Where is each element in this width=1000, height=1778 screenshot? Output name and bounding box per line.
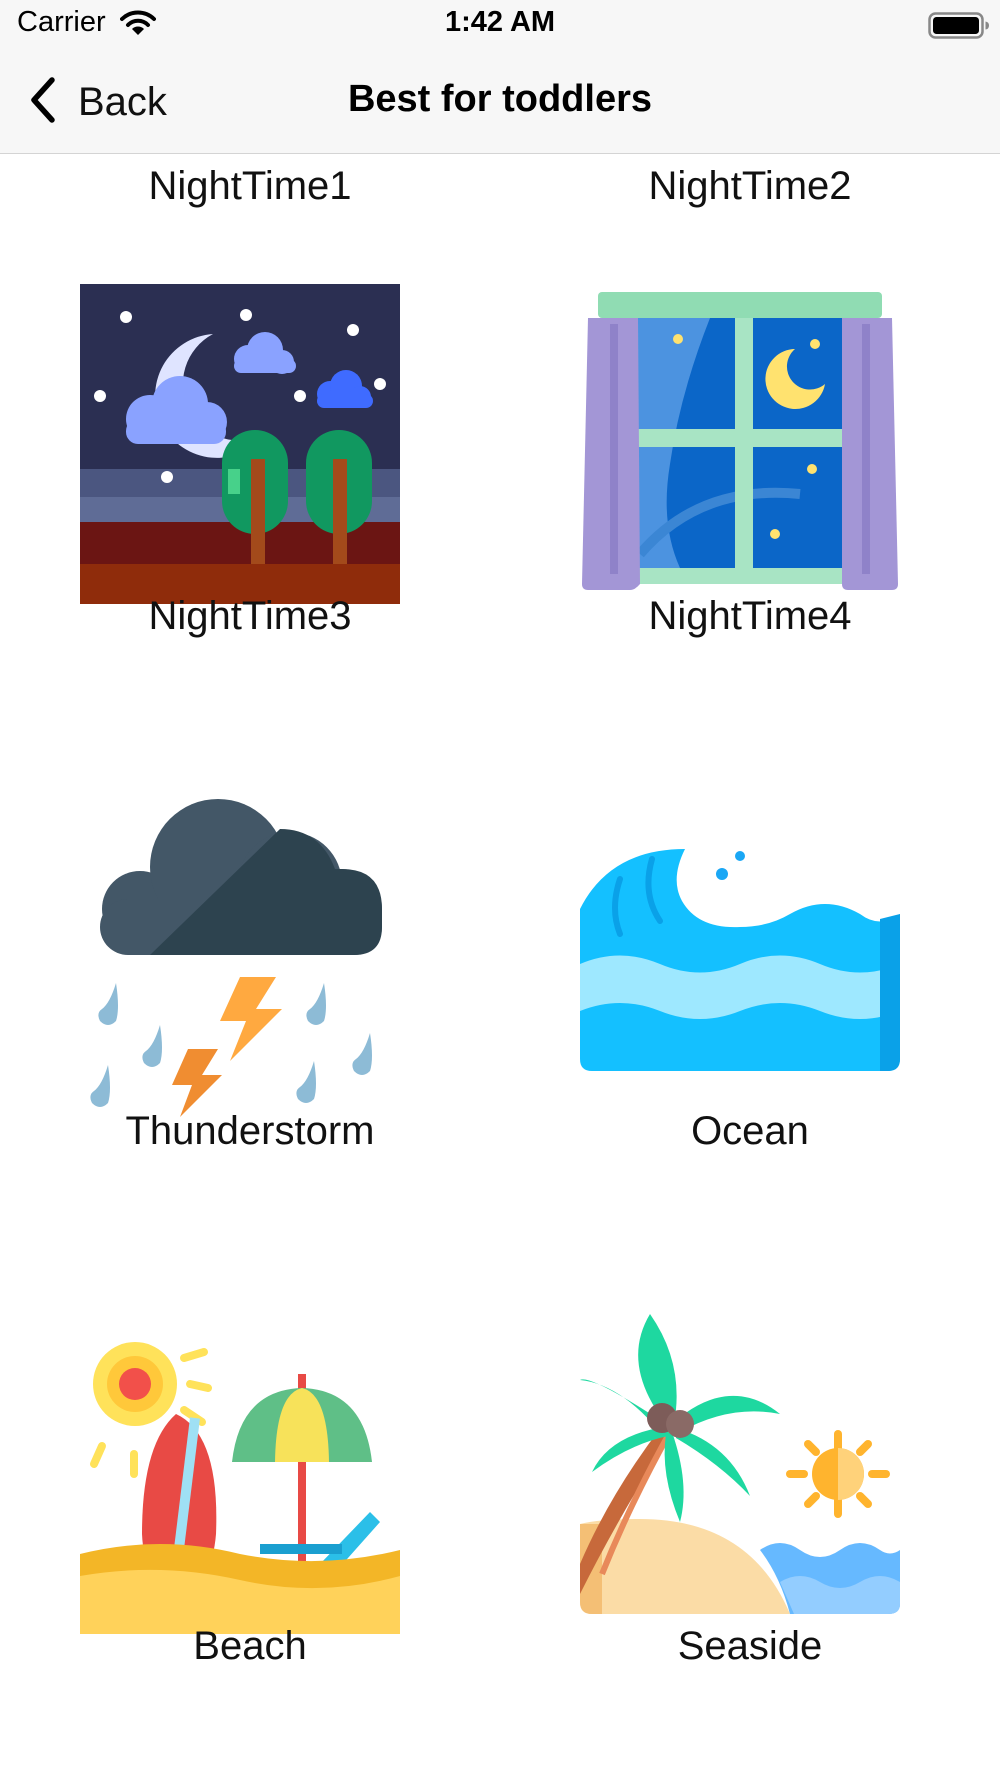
back-label: Back [78, 79, 167, 124]
sound-item-beach[interactable]: Beach [0, 1314, 500, 1744]
chevron-left-icon [28, 76, 56, 129]
sound-grid[interactable]: NightTime1 NightTime2 NightTime3 NightTi… [0, 154, 1000, 1778]
sound-item-nighttime3[interactable]: NightTime3 [0, 284, 500, 714]
sound-item-seaside[interactable]: Seaside [500, 1314, 1000, 1744]
back-button[interactable]: Back [28, 74, 167, 130]
sound-item-ocean[interactable]: Ocean [500, 799, 1000, 1229]
seaside-icon [580, 1314, 900, 1614]
sound-item-nighttime2[interactable]: NightTime2 [500, 154, 1000, 214]
sound-item-nighttime4[interactable]: NightTime4 [500, 284, 1000, 714]
sound-name: Seaside [677, 1624, 823, 1668]
thunderstorm-icon [90, 799, 382, 1117]
sound-name: NightTime3 [148, 594, 352, 638]
night-window-icon [582, 292, 898, 590]
sound-item-thunderstorm[interactable]: Thunderstorm [0, 799, 500, 1229]
sound-name: Beach [193, 1624, 307, 1668]
battery-icon [928, 12, 990, 45]
sound-name: NightTime1 [148, 164, 352, 208]
sound-name: Thunderstorm [125, 1109, 375, 1153]
status-time: 1:42 AM [444, 6, 556, 38]
beach-icon [80, 1342, 400, 1634]
sound-name: Ocean [691, 1109, 809, 1153]
sound-name: NightTime4 [648, 594, 852, 638]
sound-item-nighttime1[interactable]: NightTime1 [0, 154, 500, 214]
sound-name: NightTime2 [648, 164, 852, 208]
navigation-bar: Back Best for toddlers [0, 52, 1000, 154]
status-bar: Carrier 1:42 AM [0, 0, 1000, 52]
night-landscape-icon [80, 284, 400, 604]
ocean-wave-icon [580, 849, 900, 1071]
